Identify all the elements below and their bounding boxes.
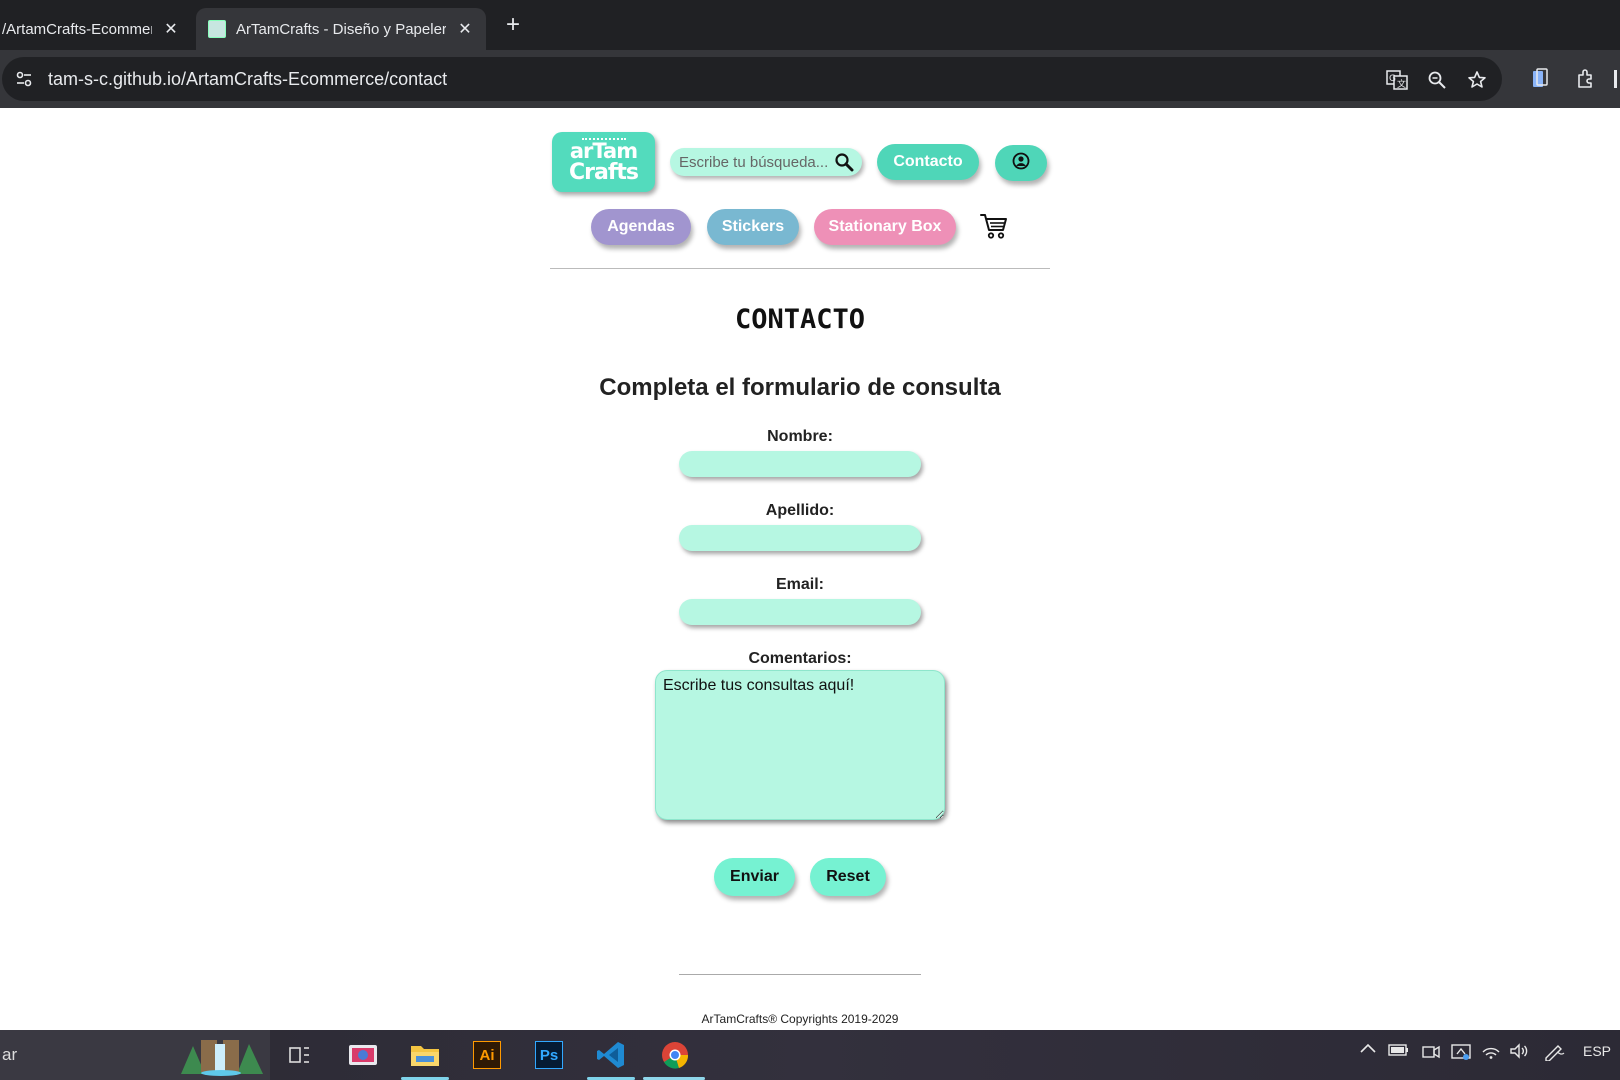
- comments-textarea[interactable]: Escribe tus consultas aquí!: [655, 670, 945, 820]
- photoshop-icon[interactable]: Ps: [531, 1037, 567, 1073]
- svg-text:文: 文: [1397, 78, 1406, 90]
- meet-now-icon[interactable]: [1420, 1043, 1442, 1061]
- svg-text:G: G: [1389, 74, 1396, 84]
- chrome-icon[interactable]: [643, 1037, 705, 1080]
- browser-tab-inactive[interactable]: /ArtamCrafts-Ecommerce ✕: [0, 8, 192, 50]
- tab-title: ArTamCrafts - Diseño y Papelería: [236, 20, 446, 38]
- wifi-icon[interactable]: [1480, 1043, 1502, 1059]
- apellido-field[interactable]: [679, 525, 921, 551]
- pen-icon[interactable]: [1542, 1043, 1566, 1061]
- nav-agendas[interactable]: Agendas: [591, 209, 691, 245]
- illustrator-label: Ai: [473, 1041, 501, 1069]
- nombre-label: Nombre:: [767, 428, 833, 445]
- volume-icon[interactable]: [1508, 1043, 1530, 1059]
- screen-share-icon[interactable]: [1450, 1043, 1472, 1061]
- nav-stationary-box[interactable]: Stationary Box: [814, 209, 956, 245]
- task-view-icon[interactable]: [281, 1037, 317, 1073]
- zoom-icon[interactable]: [1424, 70, 1450, 90]
- illustrator-icon[interactable]: Ai: [469, 1037, 505, 1073]
- tab-title: /ArtamCrafts-Ecommerce: [2, 20, 152, 38]
- menu-icon[interactable]: [1610, 67, 1620, 91]
- photoshop-label: Ps: [535, 1041, 563, 1069]
- contact-page: arTam Crafts Contacto Agendas Stickers S…: [0, 108, 1620, 1030]
- nav-stickers[interactable]: Stickers: [707, 209, 799, 245]
- logo-line-2: Crafts: [568, 160, 639, 185]
- site-search: [670, 148, 862, 176]
- favicon-icon: [208, 20, 226, 38]
- nombre-field[interactable]: [679, 451, 921, 477]
- shopping-cart-icon[interactable]: [979, 212, 1009, 245]
- bookmark-star-icon[interactable]: [1464, 70, 1490, 90]
- page-title: CONTACTO: [734, 304, 866, 335]
- battery-icon[interactable]: [1388, 1043, 1410, 1057]
- comentarios-label: Comentarios:: [748, 650, 852, 667]
- file-explorer-icon[interactable]: [401, 1037, 449, 1080]
- close-tab-icon[interactable]: ✕: [160, 18, 182, 40]
- search-highlight-icon[interactable]: [175, 1034, 267, 1076]
- extensions-icon[interactable]: [1573, 67, 1599, 91]
- search-icon[interactable]: [834, 152, 854, 177]
- reset-button[interactable]: Reset: [810, 858, 886, 896]
- vscode-icon[interactable]: [587, 1037, 635, 1080]
- browser-tab-bar: /ArtamCrafts-Ecommerce ✕ ArTamCrafts - D…: [0, 0, 1620, 50]
- taskbar-search-text: ar: [2, 1045, 18, 1064]
- translate-icon[interactable]: G文: [1384, 70, 1410, 90]
- browser-tab-active[interactable]: ArTamCrafts - Diseño y Papelería ✕: [196, 8, 486, 50]
- logo-line-1: arTam: [569, 139, 638, 163]
- apellido-label: Apellido:: [765, 502, 835, 519]
- user-account-button[interactable]: [995, 145, 1047, 181]
- url-text: tam-s-c.github.io/ArtamCrafts-Ecommerce/…: [48, 68, 448, 89]
- email-label: Email:: [775, 576, 824, 593]
- submit-button[interactable]: Enviar: [714, 858, 795, 896]
- user-icon: [1012, 152, 1030, 175]
- browser-toolbar: tam-s-c.github.io/ArtamCrafts-Ecommerce/…: [0, 50, 1620, 108]
- site-logo[interactable]: arTam Crafts: [552, 132, 655, 192]
- email-field[interactable]: [679, 599, 921, 625]
- header-divider: [550, 268, 1050, 269]
- search-input[interactable]: [679, 153, 839, 171]
- close-tab-icon[interactable]: ✕: [454, 18, 476, 40]
- address-bar[interactable]: tam-s-c.github.io/ArtamCrafts-Ecommerce/…: [2, 57, 1502, 101]
- site-info-icon[interactable]: [6, 61, 42, 97]
- logo-dots: [582, 138, 626, 140]
- new-tab-button[interactable]: +: [500, 11, 526, 38]
- language-indicator[interactable]: ESP: [1578, 1043, 1616, 1059]
- footer-divider: [679, 974, 921, 975]
- windows-taskbar: ar Ai Ps ESP: [0, 1030, 1620, 1080]
- reading-list-icon[interactable]: [1527, 67, 1553, 91]
- form-heading: Completa el formulario de consulta: [599, 374, 1001, 401]
- footer-copyright: ArTamCrafts® Copyrights 2019-2029: [701, 1012, 899, 1026]
- photo-app-icon[interactable]: [345, 1037, 381, 1073]
- chevron-up-icon[interactable]: [1358, 1043, 1378, 1053]
- contact-button[interactable]: Contacto: [877, 144, 979, 180]
